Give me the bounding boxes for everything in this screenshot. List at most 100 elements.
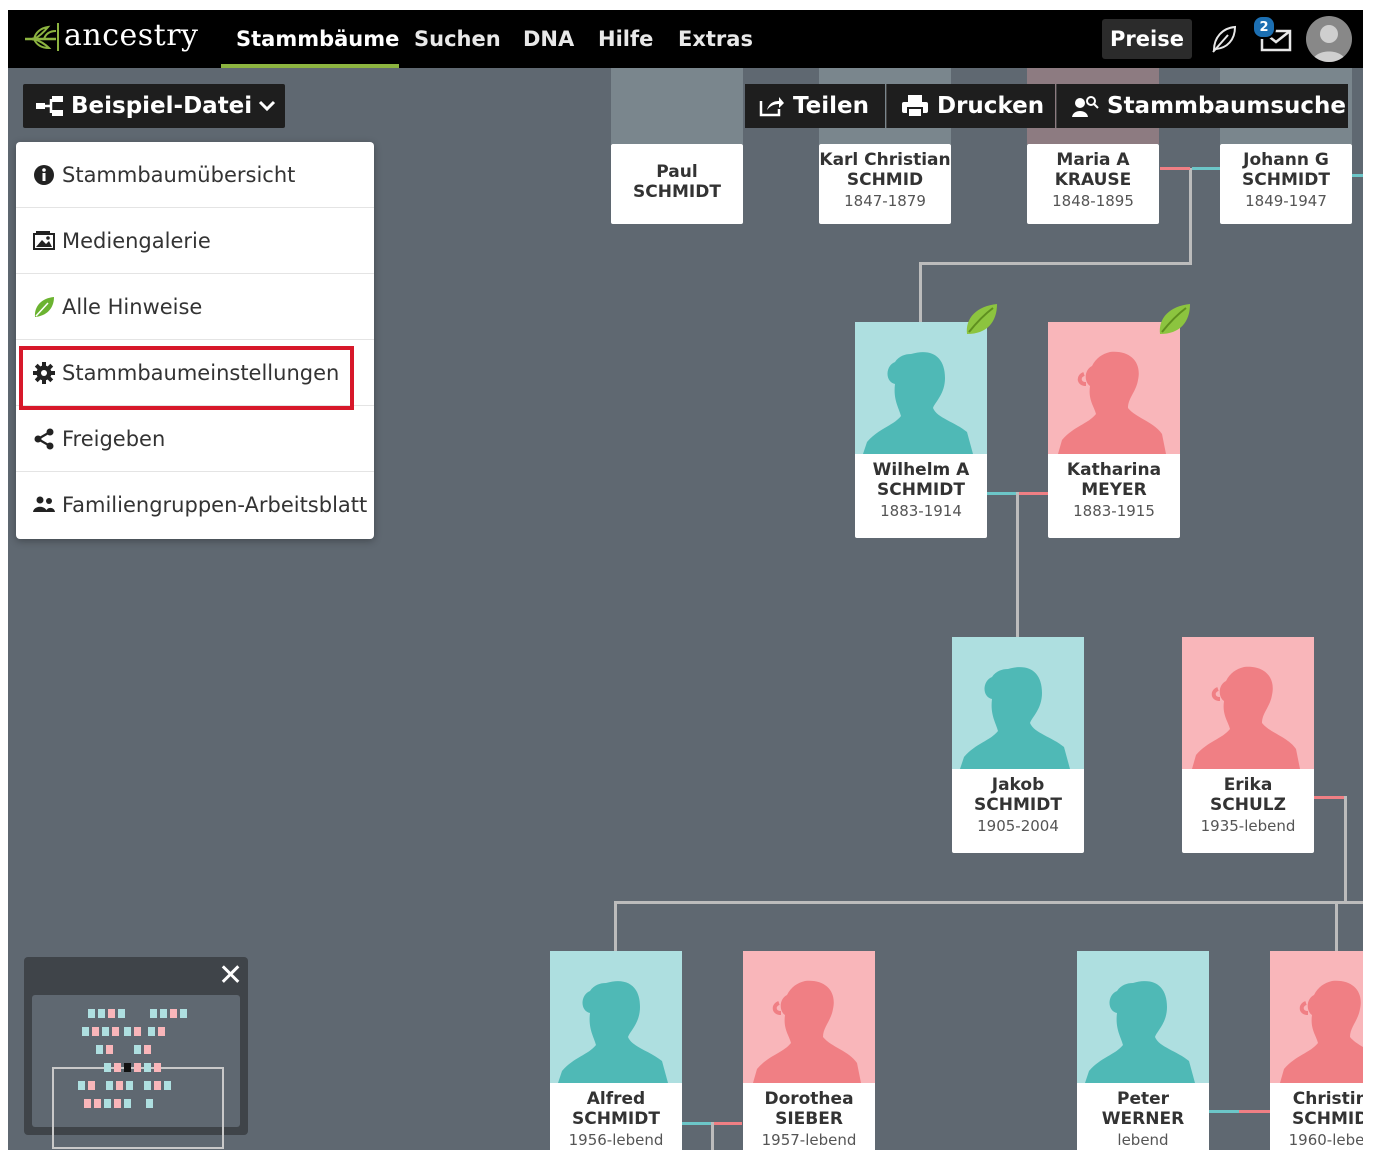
minimap-node	[134, 1027, 141, 1036]
female-silhouette-icon	[753, 980, 861, 1083]
person-first-name: Peter	[1116, 1089, 1170, 1109]
menu-item-family-group-sheet[interactable]: Familiengruppen-Arbeitsblatt	[16, 472, 374, 538]
person-card-christine-schmidt[interactable]: Christine SCHMIDT 1960-lebend	[1270, 951, 1363, 1150]
print-button[interactable]: Drucken	[886, 84, 1055, 128]
menu-item-share[interactable]: Freigeben	[16, 406, 374, 472]
male-portrait	[550, 951, 682, 1083]
tree-selector-button[interactable]: Beispiel-Datei	[23, 84, 285, 128]
person-card-paul-schmidt[interactable]: Paul SCHMIDT	[611, 144, 743, 224]
active-tab-indicator	[221, 64, 399, 68]
person-life-years: 1905-2004	[977, 817, 1059, 835]
minimap-node	[108, 1009, 115, 1018]
person-last-name: SCHMIDT	[1242, 170, 1330, 190]
person-card-dorothea-sieber[interactable]: Dorothea SIEBER 1957-lebend	[743, 951, 875, 1150]
menu-item-all-hints[interactable]: Alle Hinweise	[16, 274, 374, 340]
person-card-alfred-schmidt[interactable]: Alfred SCHMIDT 1956-lebend	[550, 951, 682, 1150]
minimap-node	[114, 1063, 121, 1072]
person-last-name: SCHMIDT	[877, 480, 965, 500]
preise-button[interactable]: Preise	[1102, 19, 1192, 59]
nav-dna[interactable]: DNA	[523, 10, 574, 68]
tree-minimap[interactable]: ✕	[24, 957, 248, 1149]
hint-leaf-icon[interactable]	[963, 300, 1001, 338]
gear-icon	[32, 361, 56, 385]
minimap-node	[124, 1027, 131, 1036]
menu-item-tree-overview[interactable]: Stammbaumübersicht	[16, 142, 374, 208]
menu-item-label: Freigeben	[62, 426, 166, 451]
chevron-down-icon	[258, 99, 276, 113]
person-card-maria-krause[interactable]: Maria A KRAUSE 1848-1895	[1027, 144, 1159, 224]
minimap-node	[170, 1009, 177, 1018]
menu-item-label: Familiengruppen-Arbeitsblatt	[62, 493, 368, 517]
person-card-johann-schmidt[interactable]: Johann G SCHMIDT 1849-1947	[1220, 144, 1352, 224]
person-first-name: Alfred	[586, 1089, 646, 1109]
minimap-node	[164, 1081, 171, 1090]
minimap-node	[146, 1099, 153, 1108]
person-search-icon	[1071, 94, 1099, 118]
connector-line	[1335, 901, 1338, 951]
minimap-node	[134, 1045, 141, 1054]
menu-item-tree-settings[interactable]: Stammbaumeinstellungen	[16, 340, 374, 406]
person-card-katharina-meyer[interactable]: Katharina MEYER 1883-1915	[1048, 322, 1180, 538]
nav-extras[interactable]: Extras	[678, 10, 753, 68]
person-first-name: Karl Christian	[819, 150, 951, 170]
person-life-years: 1847-1879	[844, 192, 926, 210]
person-card-erika-schulz[interactable]: Erika SCHULZ 1935-lebend	[1182, 637, 1314, 853]
nav-hilfe[interactable]: Hilfe	[598, 10, 653, 68]
media-icon	[32, 229, 56, 253]
minimap-node	[160, 1009, 167, 1018]
couple-line-female	[712, 1122, 742, 1125]
couple-line-male	[987, 492, 1017, 495]
person-last-name: WERNER	[1101, 1109, 1185, 1129]
close-icon[interactable]: ✕	[218, 961, 243, 991]
messages-count-badge: 2	[1252, 15, 1276, 39]
person-card-peter-werner[interactable]: Peter WERNER lebend	[1077, 951, 1209, 1150]
female-portrait	[1270, 951, 1363, 1083]
male-portrait	[952, 637, 1084, 769]
user-avatar[interactable]	[1306, 16, 1352, 62]
app-frame: ancestry Stammbäume Suchen DNA Hilfe Ext…	[8, 10, 1363, 1150]
hints-leaf-icon[interactable]	[1210, 24, 1238, 54]
ancestry-logo[interactable]: ancestry	[22, 18, 199, 53]
male-silhouette-icon	[1085, 981, 1195, 1083]
couple-line-male	[1352, 174, 1363, 177]
leaf-icon	[32, 295, 56, 319]
connector-line	[711, 1122, 714, 1150]
minimap-node	[88, 1009, 95, 1018]
tree-name: Beispiel-Datei	[71, 93, 253, 119]
hint-leaf-icon[interactable]	[1156, 300, 1194, 338]
person-life-years: 1957-lebend	[761, 1131, 857, 1149]
person-last-name: SCHMID	[846, 170, 924, 190]
person-first-name: Erika	[1223, 775, 1273, 795]
female-silhouette-icon	[1058, 351, 1166, 454]
person-card-jakob-schmidt[interactable]: Jakob SCHMIDT 1905-2004	[952, 637, 1084, 853]
connector-line	[1016, 492, 1019, 637]
person-life-years: 1848-1895	[1052, 192, 1134, 210]
person-card-wilhelm-schmidt[interactable]: Wilhelm A SCHMIDT 1883-1914	[855, 322, 987, 538]
person-life-years: 1956-lebend	[568, 1131, 664, 1149]
tree-search-button[interactable]: Stammbaumsuche	[1056, 84, 1348, 128]
group-icon	[32, 493, 56, 517]
minimap-viewport[interactable]	[52, 1067, 224, 1149]
connector-line	[919, 262, 922, 322]
person-life-years: 1883-1914	[880, 502, 962, 520]
person-last-name: SCHMIDT	[1292, 1109, 1363, 1129]
menu-item-label: Mediengalerie	[62, 228, 211, 253]
menu-item-label: Alle Hinweise	[62, 294, 203, 319]
minimap-node	[112, 1027, 119, 1036]
person-last-name: SCHMIDT	[974, 795, 1062, 815]
printer-icon	[901, 94, 929, 118]
minimap-node	[96, 1045, 103, 1054]
minimap-node	[118, 1009, 125, 1018]
menu-item-media-gallery[interactable]: Mediengalerie	[16, 208, 374, 274]
brand-name: ancestry	[64, 18, 199, 53]
minimap-node	[88, 1081, 95, 1090]
minimap-node	[94, 1099, 101, 1108]
share-button[interactable]: Teilen	[745, 84, 885, 128]
person-card-karl-christian-schmid[interactable]: Karl Christian SCHMID 1847-1879	[819, 144, 951, 224]
minimap-canvas	[32, 995, 240, 1149]
nav-stammbaeume[interactable]: Stammbäume	[236, 10, 399, 68]
minimap-node-current	[124, 1063, 131, 1072]
person-first-name: Dorothea	[764, 1089, 854, 1109]
nav-suchen[interactable]: Suchen	[414, 10, 501, 68]
minimap-node	[158, 1027, 165, 1036]
